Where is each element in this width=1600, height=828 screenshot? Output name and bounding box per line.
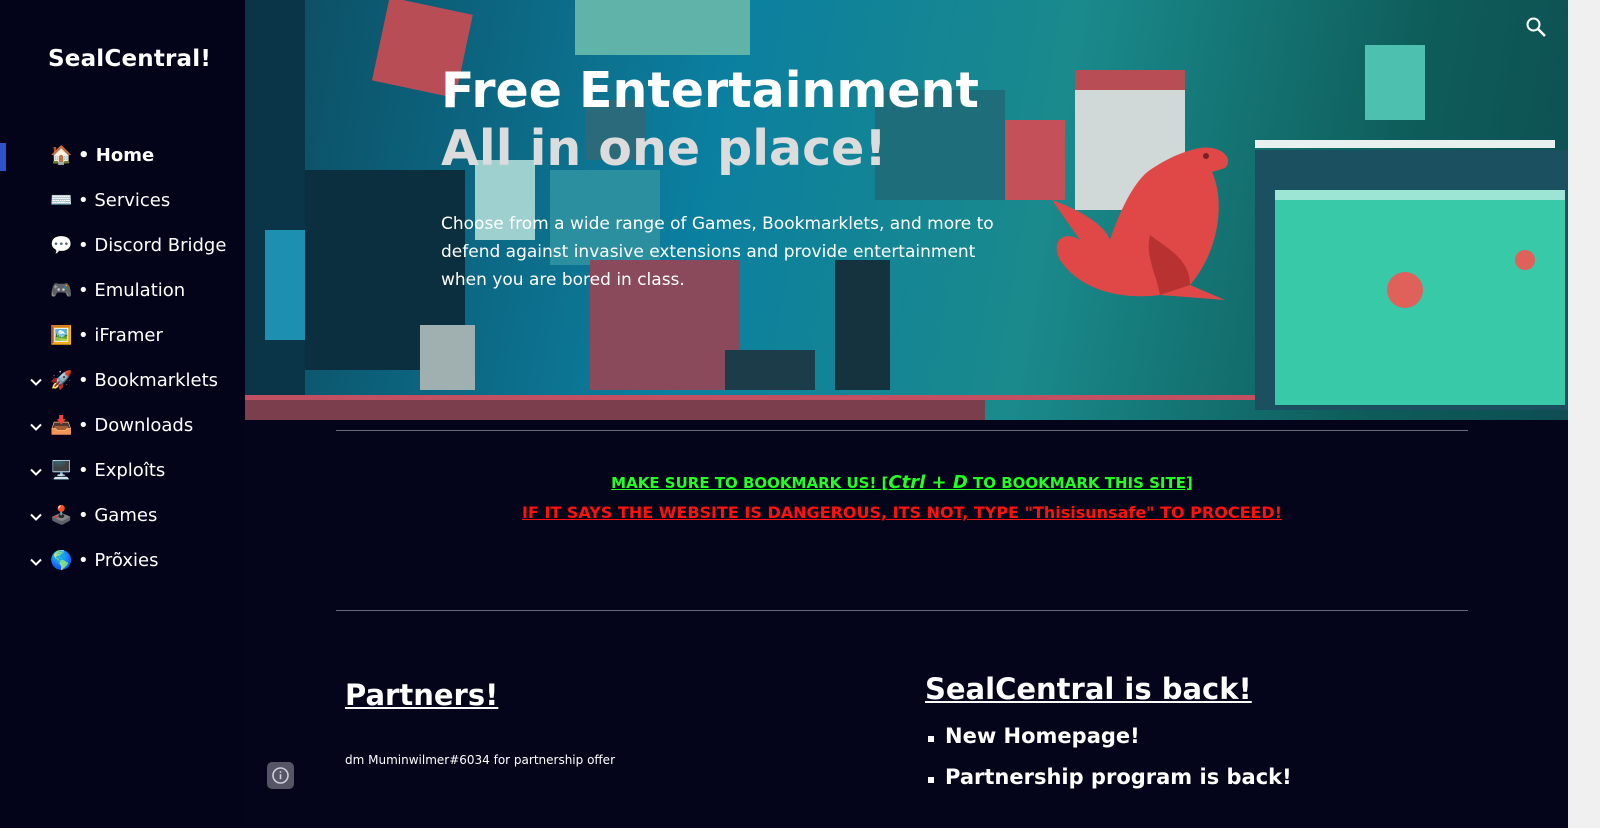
bullet: •	[78, 325, 89, 346]
bullet: •	[78, 370, 89, 391]
news-list: New Homepage! Partnership program is bac…	[928, 722, 1292, 804]
bookmark-notice: MAKE SURE TO BOOKMARK US! [Ctrl + D TO B…	[611, 472, 1193, 493]
bullet: •	[78, 235, 89, 256]
sidebar-item-iframer[interactable]: 🖼️ • iFramer	[0, 315, 245, 360]
chevron-down-icon[interactable]	[28, 374, 44, 390]
info-icon	[272, 767, 289, 784]
chevron-down-icon[interactable]	[28, 419, 44, 435]
info-button[interactable]	[267, 762, 294, 789]
sidebar-item-games[interactable]: 🕹️ • Games	[0, 495, 245, 540]
chevron-down-icon[interactable]	[28, 464, 44, 480]
chevron-down-icon[interactable]	[28, 554, 44, 570]
site-title[interactable]: SealCentral!	[48, 46, 211, 72]
speech-bubble-icon: 💬	[50, 235, 73, 256]
sidebar-item-exploits[interactable]: 🖥️ • Exploîts	[0, 450, 245, 495]
news-heading: SealCentral is back!	[925, 672, 1252, 706]
bullet: •	[78, 145, 90, 166]
sidebar-item-label: Discord Bridge	[94, 235, 227, 256]
sidebar-item-label: Games	[94, 505, 158, 526]
sidebar-item-label: Home	[95, 145, 155, 166]
keyboard-icon: ⌨️	[50, 190, 73, 211]
bullet: •	[78, 190, 89, 211]
rocket-icon: 🚀	[50, 370, 73, 391]
chevron-down-icon[interactable]	[28, 509, 44, 525]
hero-title-line2: All in one place!	[441, 120, 887, 177]
hero-title: Free Entertainment All in one place!	[441, 62, 979, 178]
keyboard-shortcut: Ctrl + D	[888, 472, 968, 493]
desktop-computer-icon: 🖥️	[50, 460, 73, 481]
framed-picture-icon: 🖼️	[50, 325, 73, 346]
sidebar: SealCentral! 🏠 • Home ⌨️ • Services 💬 • …	[0, 0, 245, 828]
sidebar-item-services[interactable]: ⌨️ • Services	[0, 180, 245, 225]
partners-heading: Partners!	[345, 678, 499, 712]
danger-warning: IF IT SAYS THE WEBSITE IS DANGEROUS, ITS…	[521, 503, 1282, 522]
gamepad-icon: 🎮	[50, 280, 73, 301]
house-icon: 🏠	[50, 145, 73, 166]
sidebar-item-label: Prõxies	[94, 550, 159, 571]
globe-icon: 🌎	[50, 550, 73, 571]
seal-logo	[1052, 147, 1229, 300]
divider	[336, 430, 1468, 431]
list-item: New Homepage!	[928, 722, 1292, 763]
divider	[336, 610, 1468, 611]
sidebar-item-label: Bookmarklets	[94, 370, 219, 391]
bullet: •	[78, 550, 89, 571]
sidebar-item-label: iFramer	[94, 325, 163, 346]
hero-description: Choose from a wide range of Games, Bookm…	[441, 214, 994, 290]
bullet: •	[78, 505, 89, 526]
sidebar-item-downloads[interactable]: 📥 • Downloads	[0, 405, 245, 450]
inbox-tray-icon: 📥	[50, 415, 73, 436]
bullet: •	[78, 415, 89, 436]
sidebar-item-emulation[interactable]: 🎮 • Emulation	[0, 270, 245, 315]
hero-title-line1: Free Entertainment	[441, 62, 979, 119]
bullet: •	[78, 280, 89, 301]
search-icon[interactable]	[1524, 15, 1548, 39]
joystick-icon: 🕹️	[50, 505, 73, 526]
list-item: Partnership program is back!	[928, 763, 1292, 804]
hero-banner: Free Entertainment All in one place! Cho…	[245, 0, 1568, 420]
bullet: •	[78, 460, 89, 481]
partners-text: dm Muminwilmer#6034 for partnership offe…	[345, 753, 615, 767]
sidebar-item-label: Services	[94, 190, 171, 211]
sidebar-item-discord-bridge[interactable]: 💬 • Discord Bridge	[0, 225, 245, 270]
sidebar-item-bookmarklets[interactable]: 🚀 • Bookmarklets	[0, 360, 245, 405]
sidebar-item-label: Downloads	[94, 415, 194, 436]
sidebar-nav: 🏠 • Home ⌨️ • Services 💬 • Discord Bridg…	[0, 135, 245, 585]
sidebar-item-proxies[interactable]: 🌎 • Prõxies	[0, 540, 245, 585]
sidebar-item-label: Emulation	[94, 280, 186, 301]
sidebar-item-home[interactable]: 🏠 • Home	[0, 135, 245, 180]
scrollbar[interactable]	[1568, 0, 1600, 828]
sidebar-item-label: Exploîts	[94, 460, 166, 481]
